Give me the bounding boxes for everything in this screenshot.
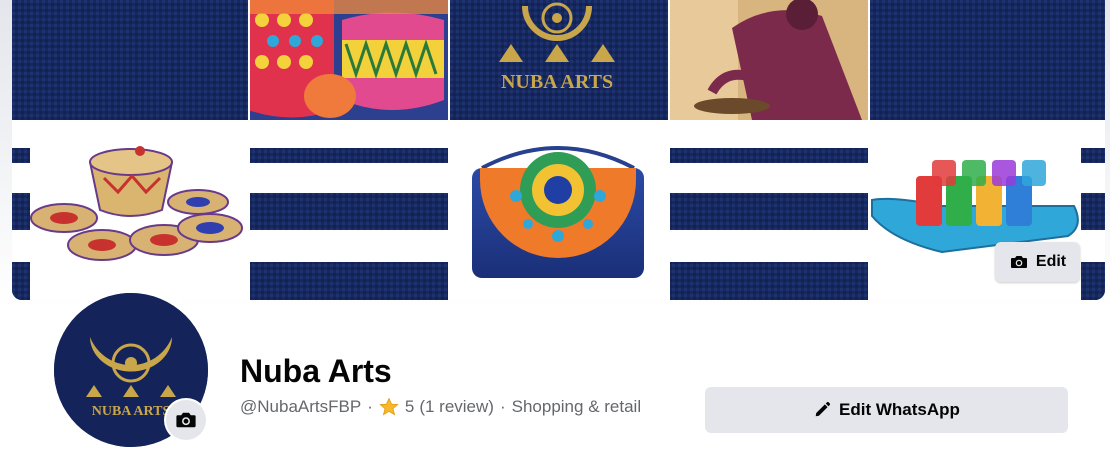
- edit-cover-label: Edit: [1035, 253, 1067, 270]
- page-meta: @NubaArtsFBP · 5 (1 review) · Shopping &…: [240, 396, 641, 418]
- page-handle[interactable]: @NubaArtsFBP: [240, 396, 361, 418]
- separator: ·: [367, 397, 373, 416]
- star-icon: [379, 397, 399, 417]
- page-category[interactable]: Shopping & retail: [512, 396, 641, 418]
- svg-text:NUBA ARTS: NUBA ARTS: [92, 404, 171, 419]
- pottery-panel: [248, 0, 448, 120]
- edit-cover-button[interactable]: Edit: [995, 242, 1080, 282]
- cover-photo[interactable]: NUBA ARTS Edit: [12, 0, 1105, 300]
- edit-whatsapp-label: Edit WhatsApp: [839, 400, 960, 419]
- painting-panel: [668, 0, 868, 121]
- rating-value: 5: [404, 397, 415, 416]
- page-title: Nuba Arts: [240, 353, 392, 389]
- svg-text:NUBA ARTS: NUBA ARTS: [501, 71, 613, 93]
- cover-collage: NUBA ARTS: [12, 0, 1105, 300]
- edit-whatsapp-button[interactable]: Edit WhatsApp: [705, 387, 1068, 433]
- review-count-link[interactable]: (1 review): [419, 396, 494, 418]
- pencil-icon: [815, 401, 831, 417]
- camera-icon: [176, 412, 196, 428]
- update-profile-picture-button[interactable]: [166, 400, 206, 440]
- separator: ·: [499, 397, 506, 416]
- camera-icon: [1010, 256, 1027, 268]
